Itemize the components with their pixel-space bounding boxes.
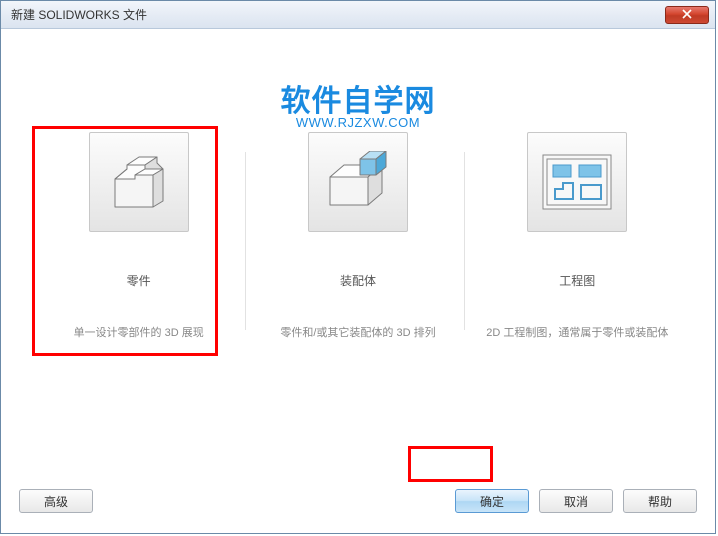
button-bar: 高级 确定 取消 帮助 (19, 489, 697, 513)
option-part[interactable]: 零件 单一设计零部件的 3D 展现 (34, 132, 244, 360)
ok-button[interactable]: 确定 (455, 489, 529, 513)
dialog-title: 新建 SOLIDWORKS 文件 (11, 6, 665, 23)
cancel-button[interactable]: 取消 (539, 489, 613, 513)
option-part-title: 零件 (127, 272, 151, 289)
option-drawing-desc: 2D 工程制图，通常属于零件或装配体 (486, 324, 668, 340)
part-icon (89, 132, 189, 232)
template-options: 零件 单一设计零部件的 3D 展现 (19, 132, 697, 360)
drawing-icon (527, 132, 627, 232)
option-part-desc: 单一设计零部件的 3D 展现 (74, 324, 204, 340)
close-button[interactable] (665, 6, 709, 24)
watermark-main: 软件自学网 (281, 87, 436, 117)
option-assembly-desc: 零件和/或其它装配体的 3D 排列 (280, 324, 435, 340)
watermark-sub: WWW.RJZXW.COM (281, 115, 436, 130)
option-assembly[interactable]: 装配体 零件和/或其它装配体的 3D 排列 (253, 132, 463, 360)
advanced-button[interactable]: 高级 (19, 489, 93, 513)
new-document-dialog: 新建 SOLIDWORKS 文件 软件自学网 WWW.RJZXW.COM (0, 0, 716, 534)
watermark: 软件自学网 WWW.RJZXW.COM (281, 87, 436, 130)
option-drawing[interactable]: 工程图 2D 工程制图，通常属于零件或装配体 (472, 132, 682, 360)
close-icon (682, 6, 692, 24)
option-drawing-title: 工程图 (559, 272, 595, 289)
option-assembly-title: 装配体 (340, 272, 376, 289)
titlebar: 新建 SOLIDWORKS 文件 (1, 1, 715, 29)
help-button[interactable]: 帮助 (623, 489, 697, 513)
dialog-content: 软件自学网 WWW.RJZXW.COM (1, 29, 715, 533)
assembly-icon (308, 132, 408, 232)
